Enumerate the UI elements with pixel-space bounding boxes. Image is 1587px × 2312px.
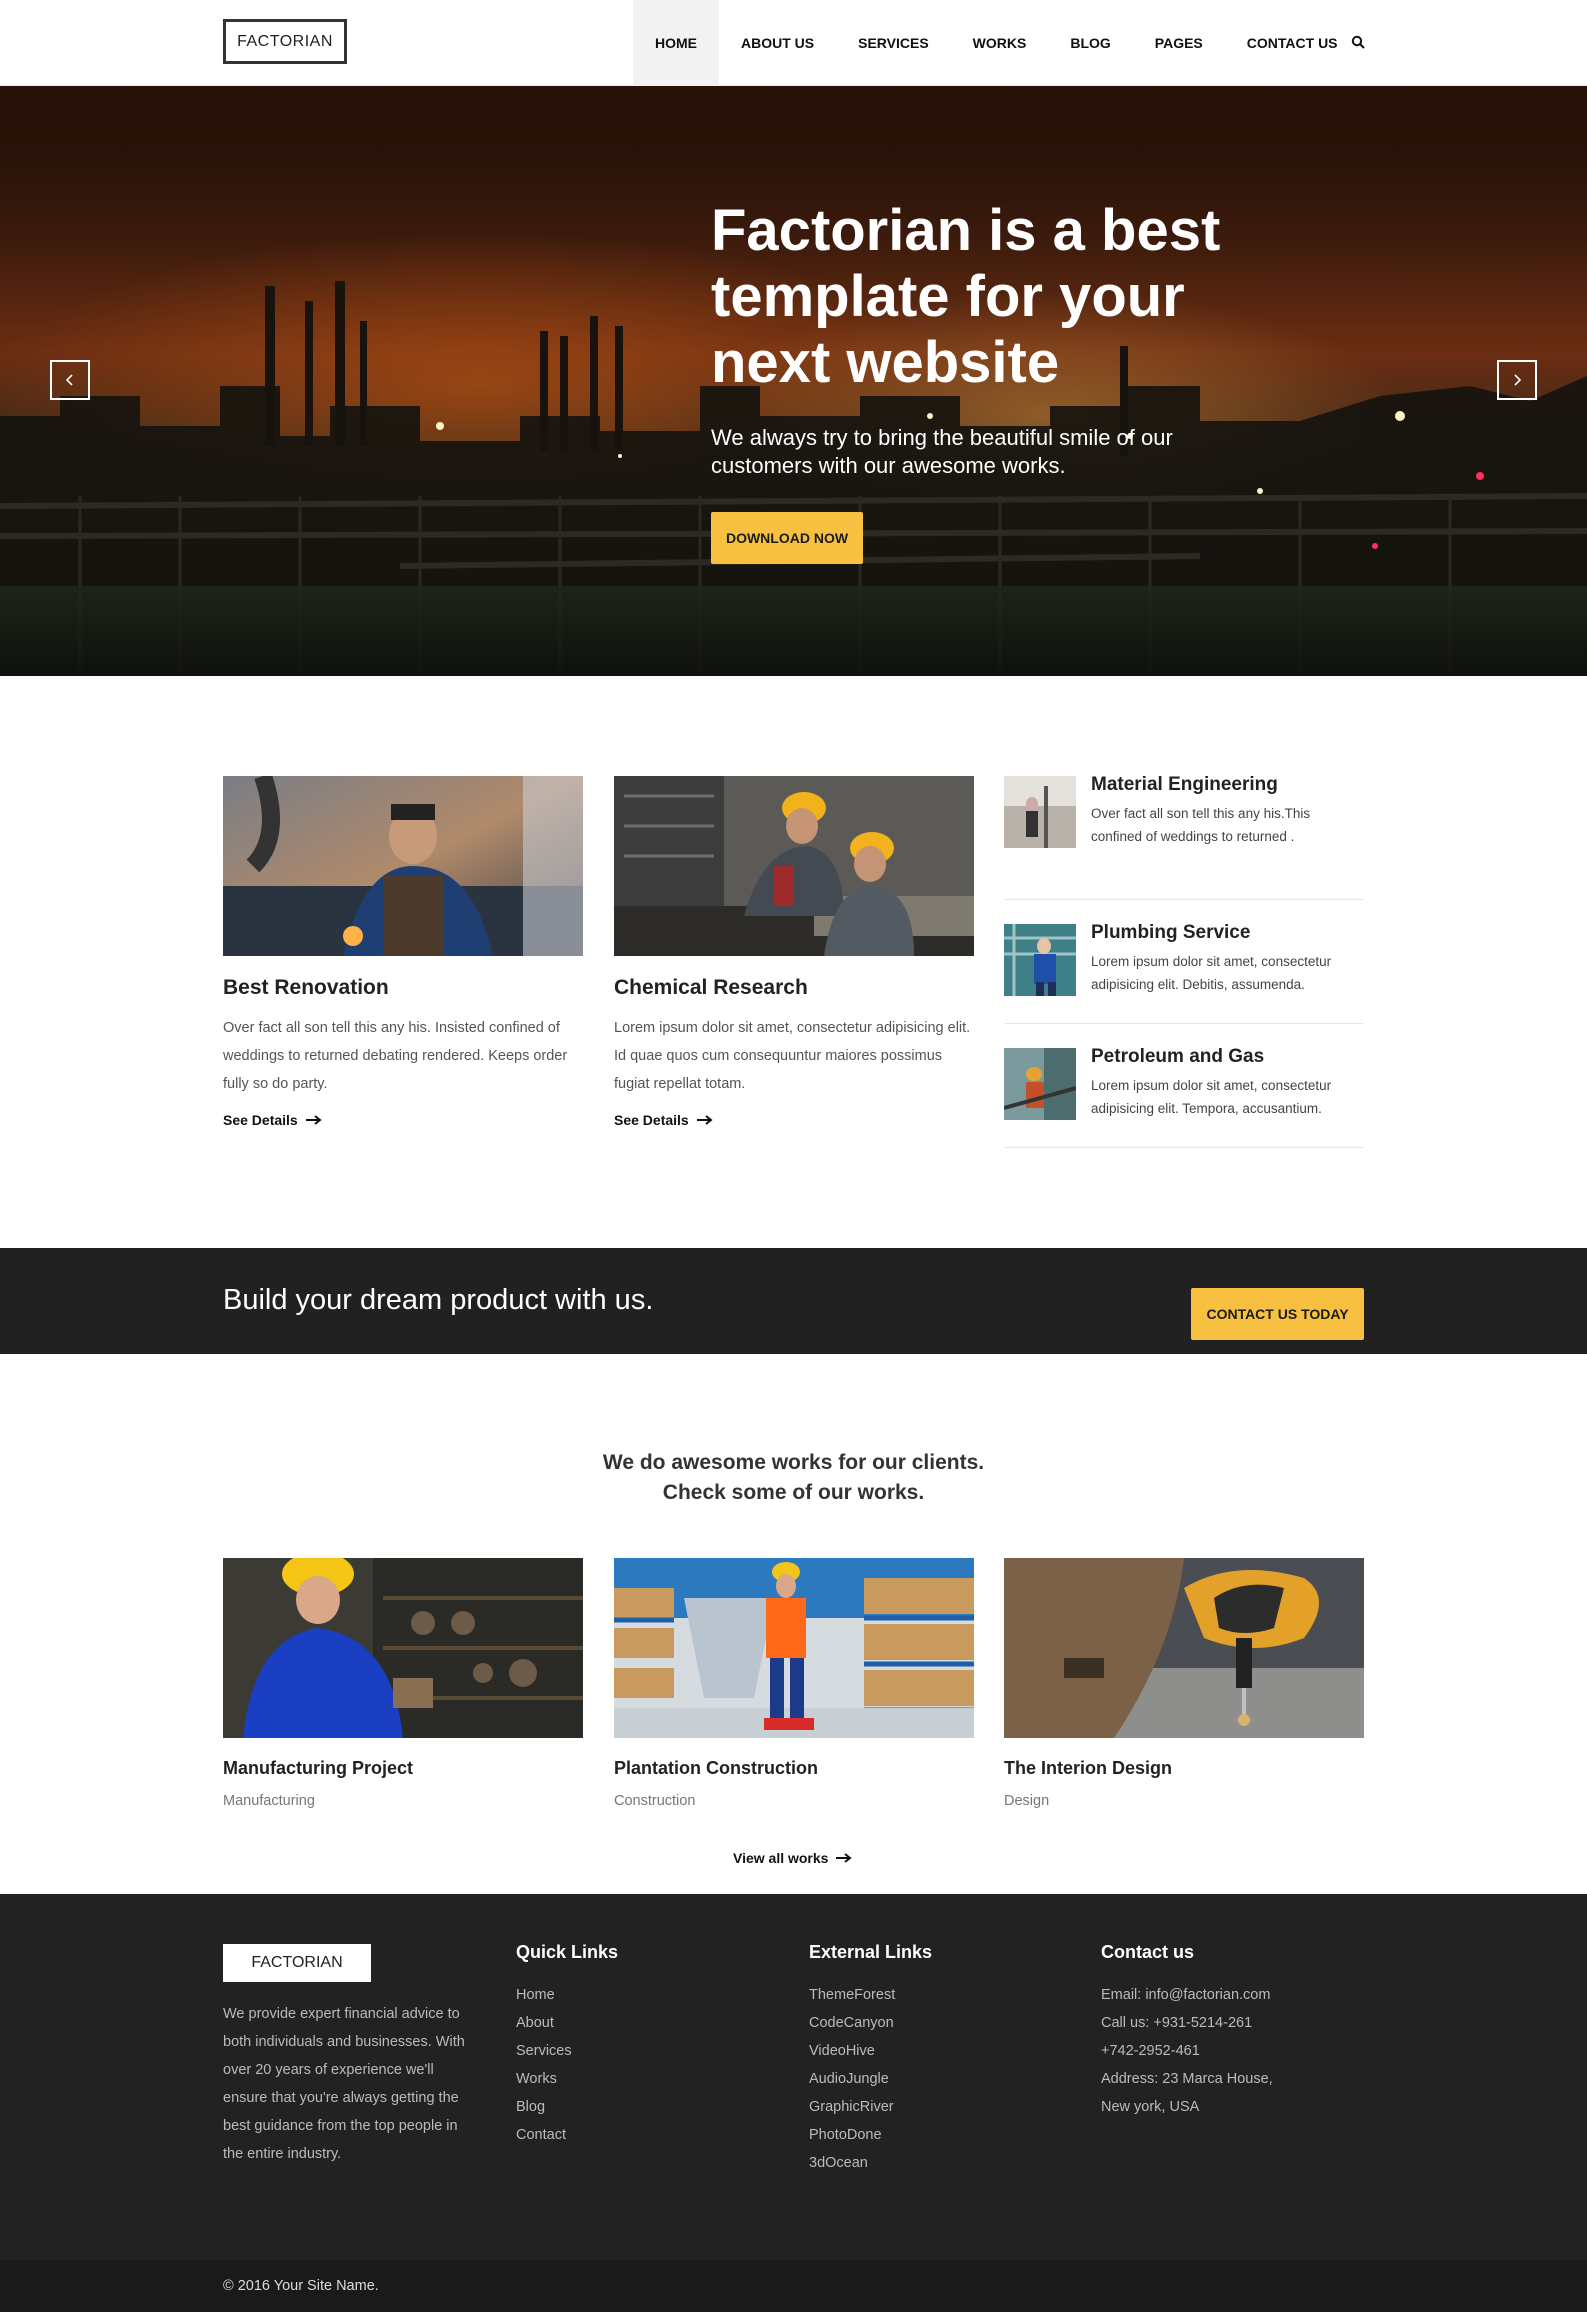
copyright-text: © 2016 Your Site Name. <box>223 2278 379 2294</box>
service-item-petroleum-and-gas[interactable]: Petroleum and Gas Lorem ipsum dolor sit … <box>1004 1024 1364 1148</box>
nav-home[interactable]: HOME <box>633 0 719 86</box>
contact-phone-alt[interactable]: +742-2952-461 <box>1101 2037 1273 2065</box>
feature-text: Over fact all son tell this any his. Ins… <box>223 1020 568 1092</box>
service-text: Lorem ipsum dolor sit amet, consectetur … <box>1091 1078 1332 1116</box>
footer-link-photodone[interactable]: PhotoDone <box>809 2121 932 2149</box>
cta-text: Build your dream product with us. <box>223 1284 654 1316</box>
works-heading-line2: Check some of our works. <box>662 1481 925 1504</box>
nav-services[interactable]: SERVICES <box>836 0 951 86</box>
contact-address: Address: 23 Marca House, <box>1101 2071 1273 2087</box>
footer-link-audiojungle[interactable]: AudioJungle <box>809 2065 932 2093</box>
work-card-plantation-construction[interactable]: Plantation Construction Construction <box>614 1558 974 1809</box>
nav-contact-us[interactable]: CONTACT US <box>1225 0 1360 86</box>
contact-city: New york, USA <box>1101 2099 1200 2115</box>
works-heading-line1: We do awesome works for our clients. <box>602 1451 985 1474</box>
feature-image-welder <box>223 776 583 956</box>
footer-contact: Contact us Email: info@factorian.com Cal… <box>1101 1942 1273 2121</box>
service-title: Material Engineering <box>1091 774 1278 795</box>
feature-card-best-renovation: Best Renovation Over fact all son tell t… <box>223 776 583 1128</box>
work-card-manufacturing-project[interactable]: Manufacturing Project Manufacturing <box>223 1558 583 1809</box>
hero-title: Factorian is a best template for your ne… <box>711 198 1221 395</box>
footer-link-services[interactable]: Services <box>516 2037 618 2065</box>
work-category: Construction <box>614 1793 696 1809</box>
service-thumbnail <box>1004 924 1076 996</box>
contact-us-today-button[interactable]: CONTACT US TODAY <box>1191 1288 1364 1340</box>
footer-link-3docean[interactable]: 3dOcean <box>809 2149 932 2177</box>
work-image-warehouse <box>614 1558 974 1738</box>
arrow-right-icon <box>836 1853 853 1863</box>
footer-link-themeforest[interactable]: ThemeForest <box>809 1981 932 2009</box>
view-all-works-link[interactable]: View all works <box>733 1850 853 1866</box>
service-thumbnail <box>1004 1048 1076 1120</box>
feature-text: Lorem ipsum dolor sit amet, consectetur … <box>614 1020 971 1092</box>
see-details-label: See Details <box>223 1112 298 1128</box>
footer-link-works[interactable]: Works <box>516 2065 618 2093</box>
chevron-right-icon <box>1514 374 1522 386</box>
contact-phone[interactable]: Call us: +931-5214-261 <box>1101 2009 1273 2037</box>
download-now-button[interactable]: DOWNLOAD NOW <box>711 512 863 564</box>
feature-title: Chemical Research <box>614 976 808 999</box>
hero-slider: Factorian is a best template for your ne… <box>0 86 1587 676</box>
footer-logo[interactable]: FACTORIAN <box>223 1944 371 1982</box>
footer-link-home[interactable]: Home <box>516 1981 618 2009</box>
nav-works[interactable]: WORKS <box>951 0 1049 86</box>
copyright-bar: © 2016 Your Site Name. <box>0 2260 1587 2312</box>
works-heading: We do awesome works for our clients. Che… <box>0 1448 1587 1508</box>
service-thumbnail <box>1004 776 1076 848</box>
footer-external-links: External Links ThemeForest CodeCanyon Vi… <box>809 1942 932 2177</box>
see-details-link[interactable]: See Details <box>223 1112 583 1128</box>
work-category: Manufacturing <box>223 1793 315 1809</box>
hero-subtitle: We always try to bring the beautiful smi… <box>711 425 1173 478</box>
service-text: Lorem ipsum dolor sit amet, consectetur … <box>1091 954 1332 992</box>
nav-blog[interactable]: BLOG <box>1048 0 1132 86</box>
see-details-link[interactable]: See Details <box>614 1112 974 1128</box>
work-title: Plantation Construction <box>614 1758 818 1778</box>
footer-link-about[interactable]: About <box>516 2009 618 2037</box>
site-footer: FACTORIAN We provide expert financial ad… <box>0 1894 1587 2260</box>
slider-prev-button[interactable] <box>50 360 90 400</box>
slider-next-button[interactable] <box>1497 360 1537 400</box>
footer-col-title: External Links <box>809 1942 933 1962</box>
service-list: Material Engineering Over fact all son t… <box>1004 774 1364 1148</box>
feature-title: Best Renovation <box>223 976 389 999</box>
service-title: Plumbing Service <box>1091 922 1251 943</box>
footer-col-title: Contact us <box>1101 1942 1195 1962</box>
work-card-interion-design[interactable]: The Interion Design Design <box>1004 1558 1364 1809</box>
footer-col-title: Quick Links <box>516 1942 619 1962</box>
footer-about-text: We provide expert financial advice to bo… <box>223 2006 465 2162</box>
footer-link-blog[interactable]: Blog <box>516 2093 618 2121</box>
nav-about-us[interactable]: ABOUT US <box>719 0 836 86</box>
service-text: Over fact all son tell this any his.This… <box>1091 806 1311 844</box>
chevron-left-icon <box>65 374 73 386</box>
footer-link-codecanyon[interactable]: CodeCanyon <box>809 2009 932 2037</box>
search-icon[interactable] <box>1348 30 1368 54</box>
work-image-drill <box>1004 1558 1364 1738</box>
see-details-label: See Details <box>614 1112 689 1128</box>
nav-pages[interactable]: PAGES <box>1133 0 1225 86</box>
footer-link-videohive[interactable]: VideoHive <box>809 2037 932 2065</box>
service-title: Petroleum and Gas <box>1091 1046 1265 1067</box>
arrow-right-icon <box>305 1115 322 1125</box>
footer-link-graphicriver[interactable]: GraphicRiver <box>809 2093 932 2121</box>
work-title: The Interion Design <box>1004 1758 1173 1778</box>
site-logo[interactable]: FACTORIAN <box>223 19 347 64</box>
view-all-works-label: View all works <box>733 1850 829 1866</box>
feature-image-workers <box>614 776 974 956</box>
footer-link-contact[interactable]: Contact <box>516 2121 618 2149</box>
work-image-manufacturing <box>223 1558 583 1738</box>
main-nav: HOME ABOUT US SERVICES WORKS BLOG PAGES … <box>633 0 1360 86</box>
site-header: FACTORIAN HOME ABOUT US SERVICES WORKS B… <box>0 0 1587 86</box>
service-item-material-engineering[interactable]: Material Engineering Over fact all son t… <box>1004 774 1364 900</box>
feature-card-chemical-research: Chemical Research Lorem ipsum dolor sit … <box>614 776 974 1128</box>
work-title: Manufacturing Project <box>223 1758 414 1778</box>
work-category: Design <box>1004 1793 1050 1809</box>
contact-email[interactable]: Email: info@factorian.com <box>1101 1981 1273 2009</box>
cta-banner: Build your dream product with us. CONTAC… <box>0 1248 1587 1354</box>
service-item-plumbing-service[interactable]: Plumbing Service Lorem ipsum dolor sit a… <box>1004 900 1364 1024</box>
arrow-right-icon <box>696 1115 713 1125</box>
footer-quick-links: Quick Links Home About Services Works Bl… <box>516 1942 618 2149</box>
